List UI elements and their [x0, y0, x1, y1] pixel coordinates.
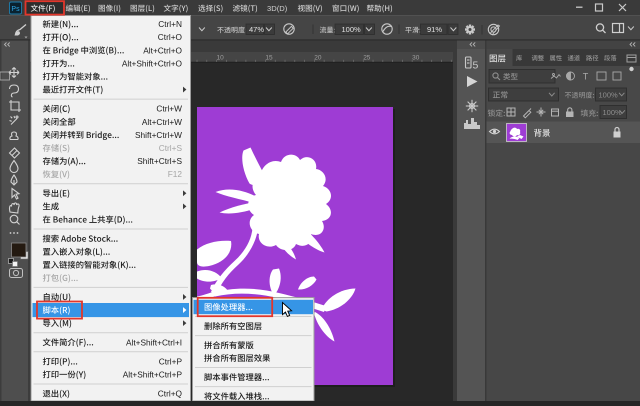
svg-text:Shift+Ctrl+W: Shift+Ctrl+W	[135, 130, 182, 140]
svg-text:25: 25	[363, 54, 371, 61]
svg-text:91%: 91%	[427, 25, 442, 34]
svg-text:10: 10	[217, 54, 225, 61]
svg-text:Ctrl+O: Ctrl+O	[158, 32, 183, 42]
svg-text:T: T	[583, 72, 589, 82]
svg-text:100%: 100%	[599, 90, 619, 99]
svg-text:Alt+Shift+Ctrl+P: Alt+Shift+Ctrl+P	[123, 369, 183, 379]
svg-text:Alt+Shift+Ctrl+O: Alt+Shift+Ctrl+O	[122, 58, 183, 68]
svg-text:30: 30	[412, 54, 420, 61]
svg-text:Ctrl+N: Ctrl+N	[158, 19, 182, 29]
svg-text:3D(D): 3D(D)	[267, 4, 288, 13]
svg-text:Ctrl+Q: Ctrl+Q	[158, 389, 183, 399]
svg-text:5: 5	[473, 60, 479, 72]
svg-text:20: 20	[314, 54, 322, 61]
svg-text:47%: 47%	[249, 25, 264, 34]
svg-text:100%: 100%	[342, 25, 362, 34]
svg-text:Alt+Ctrl+W: Alt+Ctrl+W	[142, 117, 182, 127]
svg-text:Ctrl+W: Ctrl+W	[156, 104, 182, 114]
svg-text:15: 15	[265, 54, 273, 61]
svg-text:Ctrl+S: Ctrl+S	[159, 143, 183, 153]
svg-text:Shift+Ctrl+S: Shift+Ctrl+S	[137, 156, 182, 166]
svg-text:Ps: Ps	[11, 6, 20, 13]
svg-text:100%: 100%	[603, 108, 623, 117]
svg-text:Alt+Ctrl+O: Alt+Ctrl+O	[143, 45, 182, 55]
svg-text:F12: F12	[168, 169, 183, 179]
svg-text:Ctrl+P: Ctrl+P	[159, 356, 183, 366]
svg-text:Alt+Shift+Ctrl+I: Alt+Shift+Ctrl+I	[126, 337, 182, 347]
